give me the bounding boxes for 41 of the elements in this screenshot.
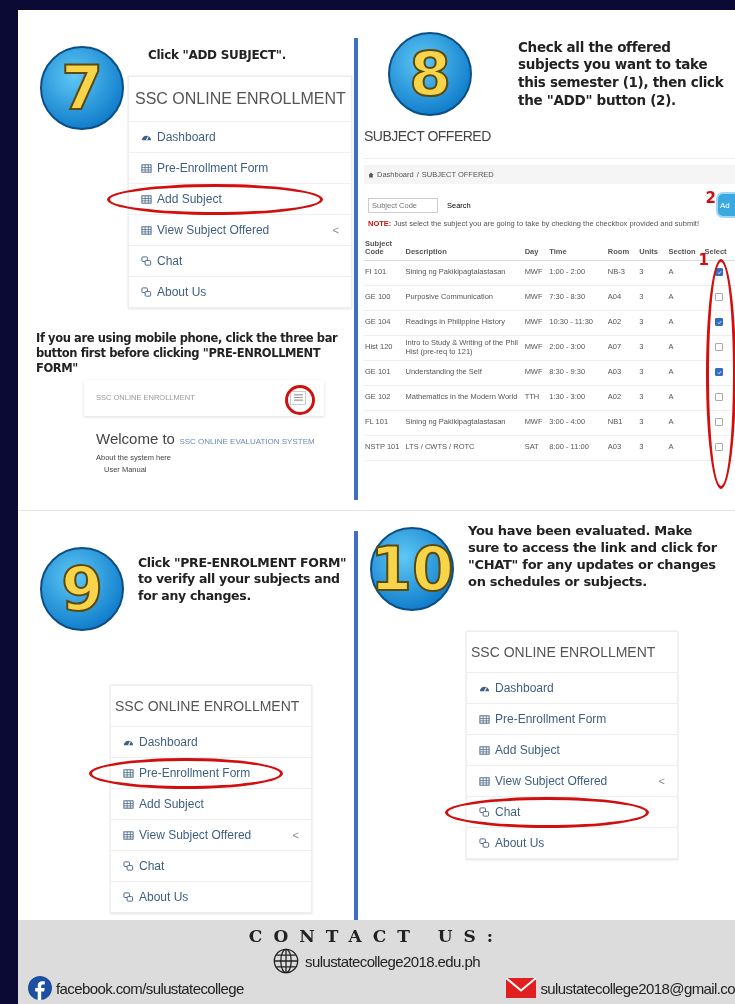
sidebar-item[interactable]: Add Subject bbox=[129, 184, 351, 215]
sidebar-item[interactable]: Dashboard bbox=[111, 727, 311, 758]
step-number-badge: 7 bbox=[40, 46, 124, 130]
sidebar-item[interactable]: View Subject Offered < bbox=[467, 766, 677, 797]
sidebar-title: SSC ONLINE ENROLLMENT bbox=[129, 77, 351, 122]
page-heading: SUBJECT OFFERED bbox=[363, 127, 492, 144]
mobile-instruction: If you are using mobile phone, click the three bar button first before clicking "PRE-ENROLLMENT FORM" bbox=[35, 330, 339, 376]
welcome-text: Welcome to bbox=[96, 429, 175, 447]
caret-icon: < bbox=[332, 224, 339, 236]
website-link[interactable]: sulustatecollege2018.edu.ph bbox=[305, 952, 480, 970]
email-link[interactable]: sulustatecollege2018@gmail.co bbox=[540, 979, 735, 997]
sidebar-item[interactable]: Chat bbox=[111, 851, 311, 882]
sidebar-item[interactable]: Dashboard bbox=[467, 673, 677, 704]
step-marker: 2 bbox=[705, 189, 716, 207]
sidebar-item[interactable]: Pre-Enrollment Form bbox=[467, 704, 677, 735]
step-number-badge: 10 bbox=[370, 527, 454, 611]
sidebar-item[interactable]: About Us bbox=[129, 277, 351, 308]
step-number-badge: 9 bbox=[40, 547, 124, 631]
sidebar-item[interactable]: Pre-Enrollment Form bbox=[129, 153, 351, 184]
sidebar-item[interactable]: Pre-Enrollment Form bbox=[111, 758, 311, 789]
sidebar-item[interactable]: About Us bbox=[467, 828, 677, 859]
sidebar-item[interactable]: Chat bbox=[467, 797, 677, 828]
sidebar-item[interactable]: Chat bbox=[129, 246, 351, 277]
facebook-link[interactable]: facebook.com/sulustatecollege bbox=[56, 979, 244, 997]
caret-icon: < bbox=[658, 775, 665, 787]
sidebar-title: SSC ONLINE ENROLLMENT bbox=[467, 632, 677, 673]
system-name: SSC ONLINE EVALUATION SYSTEM bbox=[179, 436, 315, 446]
sidebar-item[interactable]: Add Subject bbox=[467, 735, 677, 766]
sidebar-title: SSC ONLINE ENROLLMENT bbox=[111, 686, 311, 727]
step-number-badge: 8 bbox=[388, 32, 472, 116]
sidebar-item[interactable]: Add Subject bbox=[111, 789, 311, 820]
step-instruction: Click "PRE-ENROLMENT FORM" to verify all your subjects and for any changes. bbox=[138, 554, 348, 605]
sidebar-item[interactable]: About Us bbox=[111, 882, 311, 913]
step-instruction: Click "ADD SUBJECT". bbox=[147, 47, 287, 64]
sidebar-item[interactable]: View Subject Offered < bbox=[111, 820, 311, 851]
sidebar-item[interactable]: View Subject Offered < bbox=[129, 215, 351, 246]
sidebar-item[interactable]: Dashboard bbox=[129, 122, 351, 153]
step-instruction: Check all the offered subjects you want to take this semester (1), then click the "ADD" button (2). bbox=[518, 38, 725, 110]
step-instruction: You have been evaluated. Make sure to access the link and click for "CHAT" for any updates or changes on schedules or subjects. bbox=[468, 523, 718, 591]
contact-title: CONTACT US: bbox=[247, 926, 506, 946]
caret-icon: < bbox=[292, 829, 299, 841]
